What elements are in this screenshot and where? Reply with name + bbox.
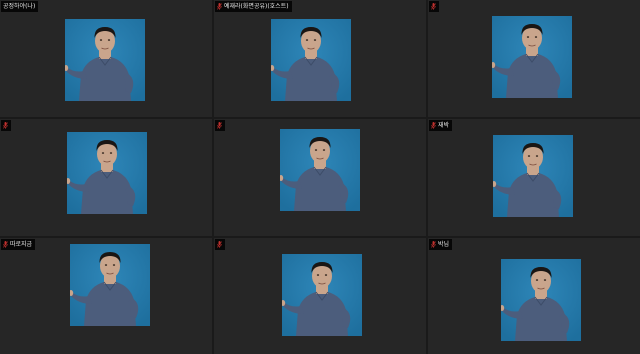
participant-name-tag (429, 1, 439, 12)
muted-mic-icon (431, 3, 436, 10)
participant-name: 재박 (438, 122, 450, 129)
participant-name: 따로지금 (10, 241, 33, 248)
participant-tile[interactable]: 재박 (428, 119, 640, 236)
participant-name-tag: 예재라(화면공유)(호스트) (215, 1, 292, 12)
participant-video (271, 19, 351, 101)
participant-name: 예재라(화면공유)(호스트) (224, 3, 289, 10)
participant-name-tag: 박님 (429, 239, 453, 250)
participant-tile[interactable] (214, 119, 426, 236)
participant-tile[interactable] (428, 0, 640, 117)
participant-tile[interactable]: 따로지금 (0, 238, 212, 354)
participant-video (501, 259, 581, 341)
participant-name-tag: 따로지금 (1, 239, 36, 250)
participant-video (70, 244, 150, 326)
muted-mic-icon (431, 122, 436, 129)
participant-tile[interactable]: 예재라(화면공유)(호스트) (214, 0, 426, 117)
muted-mic-icon (3, 122, 8, 129)
participant-name-tag (215, 120, 225, 131)
muted-mic-icon (217, 3, 222, 10)
participant-tile[interactable]: 공정하야(나) (0, 0, 212, 117)
participant-tile[interactable] (0, 119, 212, 236)
participant-name-tag: 재박 (429, 120, 453, 131)
participant-video (493, 135, 573, 217)
muted-mic-icon (3, 241, 8, 248)
participant-tile[interactable] (214, 238, 426, 354)
participant-tile[interactable]: 박님 (428, 238, 640, 354)
participant-video (280, 129, 360, 211)
muted-mic-icon (217, 241, 222, 248)
participant-name: 공정하야(나) (3, 3, 36, 10)
participant-name: 박님 (438, 241, 450, 248)
participant-video (492, 16, 572, 98)
muted-mic-icon (431, 241, 436, 248)
muted-mic-icon (217, 122, 222, 129)
participant-name-tag (1, 120, 11, 131)
participant-name-tag (215, 239, 225, 250)
participant-name-tag: 공정하야(나) (1, 1, 39, 12)
participant-video (282, 254, 362, 336)
participant-video (65, 19, 145, 101)
video-grid: 공정하야(나) 예재라(화면공유)(호스트) 재박 따로지금 박님 (0, 0, 640, 354)
participant-video (67, 132, 147, 214)
